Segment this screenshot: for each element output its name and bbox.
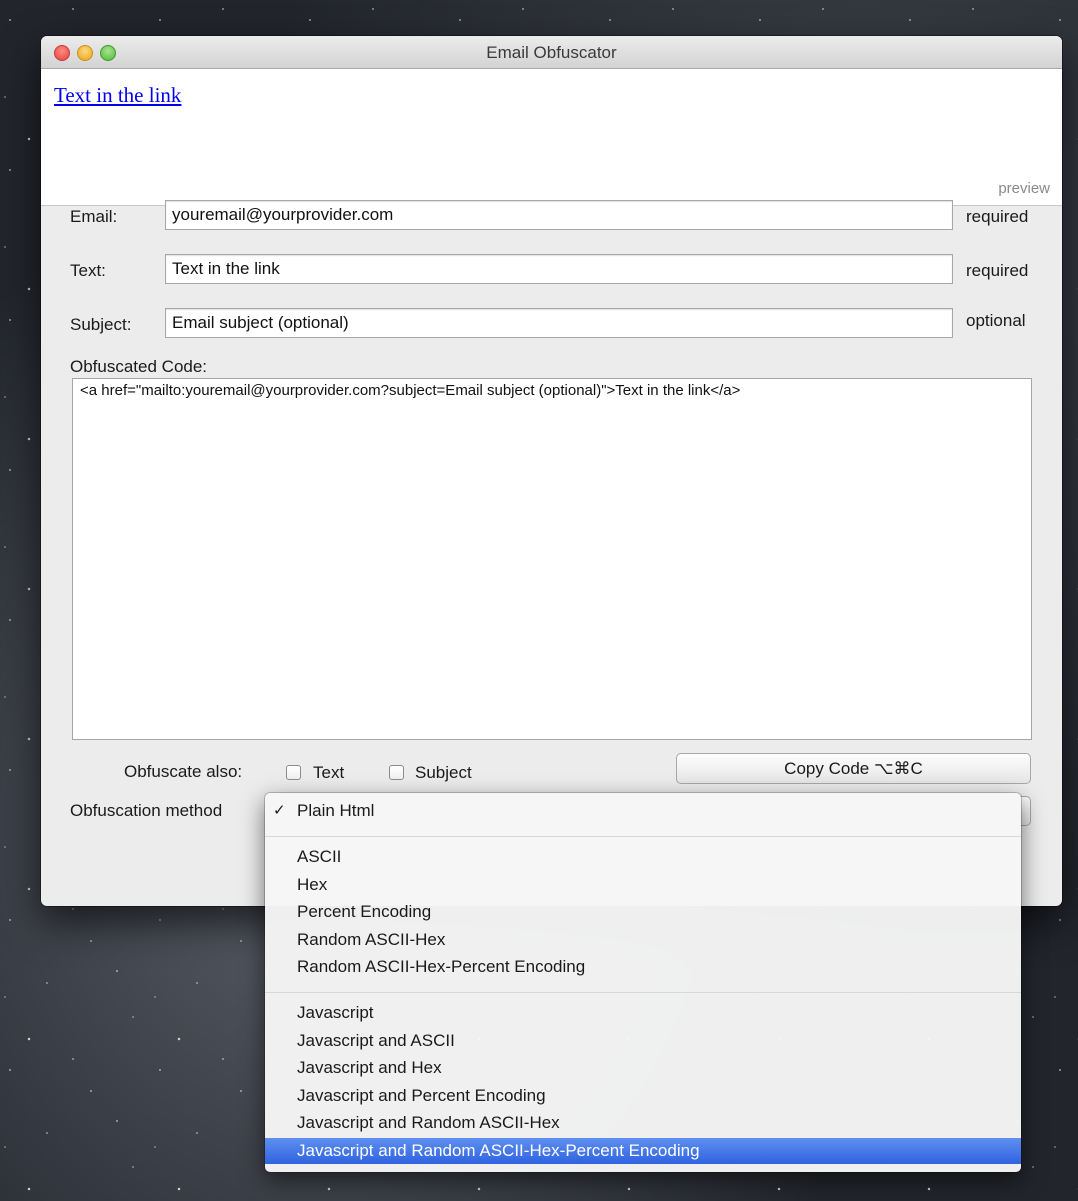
email-field[interactable]: youremail@yourprovider.com [165, 200, 953, 230]
menu-item-random-ascii-hex[interactable]: Random ASCII-Hex [265, 927, 1021, 953]
menu-item-javascript[interactable]: Javascript [265, 1000, 1021, 1026]
obfuscation-method-label: Obfuscation method [70, 801, 223, 820]
preview-pane: Text in the link preview [41, 69, 1062, 206]
text-field[interactable]: Text in the link [165, 254, 953, 284]
menu-item-ascii[interactable]: ASCII [265, 844, 1021, 870]
menu-separator [265, 836, 1021, 837]
obfuscated-code-label: Obfuscated Code: [70, 357, 208, 376]
menu-item-javascript-percent[interactable]: Javascript and Percent Encoding [265, 1083, 1021, 1109]
email-required-hint: required [966, 207, 1029, 226]
window-title: Email Obfuscator [486, 43, 617, 62]
menu-item-javascript-hex[interactable]: Javascript and Hex [265, 1055, 1021, 1081]
menu-item-javascript-random-ascii-hex-percent[interactable]: Javascript and Random ASCII-Hex-Percent … [265, 1138, 1021, 1164]
obfuscation-method-menu: ✓ Plain Html ASCII Hex Percent Encoding … [265, 793, 1021, 1172]
email-obfuscator-window: Email Obfuscator Text in the link previe… [41, 36, 1062, 906]
preview-label: preview [998, 180, 1050, 197]
menu-item-percent-encoding[interactable]: Percent Encoding [265, 899, 1021, 925]
email-label: Email: [70, 207, 118, 226]
obfuscated-code-textarea[interactable]: <a href="mailto:youremail@yourprovider.c… [72, 378, 1032, 740]
subject-field[interactable]: Email subject (optional) [165, 308, 953, 338]
menu-separator [265, 992, 1021, 993]
obfuscate-subject-label[interactable]: Subject [415, 763, 472, 783]
menu-item-hex[interactable]: Hex [265, 872, 1021, 898]
obfuscate-text-checkbox[interactable] [286, 765, 301, 780]
obfuscate-also-label: Obfuscate also: [124, 762, 243, 781]
copy-code-button[interactable]: Copy Code ⌥⌘C [676, 753, 1031, 784]
menu-item-javascript-random-ascii-hex[interactable]: Javascript and Random ASCII-Hex [265, 1110, 1021, 1136]
menu-item-random-ascii-hex-percent[interactable]: Random ASCII-Hex-Percent Encoding [265, 954, 1021, 980]
subject-optional-hint: optional [966, 311, 1026, 330]
checkmark-icon: ✓ [273, 802, 286, 819]
menu-item-plain-html[interactable]: ✓ Plain Html [265, 798, 1021, 824]
menu-item-javascript-ascii[interactable]: Javascript and ASCII [265, 1028, 1021, 1054]
text-label: Text: [70, 261, 106, 280]
title-bar[interactable]: Email Obfuscator [41, 36, 1062, 69]
subject-label: Subject: [70, 315, 132, 334]
text-required-hint: required [966, 261, 1029, 280]
obfuscate-subject-checkbox[interactable] [389, 765, 404, 780]
obfuscate-text-label[interactable]: Text [313, 763, 344, 783]
preview-link[interactable]: Text in the link [54, 83, 181, 108]
menu-item-label: Plain Html [297, 801, 375, 820]
